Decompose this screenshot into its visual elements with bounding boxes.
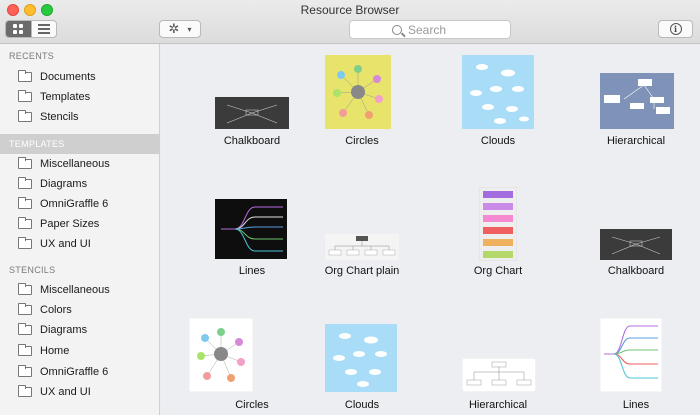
folder-icon <box>18 177 32 189</box>
template-tile-circles[interactable]: Circles <box>295 55 429 147</box>
template-tile-clouds-2[interactable]: Clouds <box>295 318 429 415</box>
sidebar-item-label: UX and UI <box>40 238 91 250</box>
list-view-icon <box>37 24 50 34</box>
template-tile-hierarchical[interactable]: Hierarchical <box>569 55 700 147</box>
info-icon: i <box>669 23 682 35</box>
sidebar: RECENTS Documents Templates Stencils TEM… <box>0 44 160 415</box>
sidebar-item-label: Diagrams <box>40 178 88 190</box>
lines-thumbnail <box>600 318 662 392</box>
template-tile-hierarchical-2[interactable]: Hierarchical <box>431 318 565 415</box>
window-title: Resource Browser <box>300 3 400 17</box>
sidebar-item-label: Colors <box>40 304 72 316</box>
folder-icon <box>18 385 32 397</box>
template-label: Org Chart plain <box>324 265 400 277</box>
org-chart-thumbnail <box>479 187 517 261</box>
sidebar-item-templates-miscellaneous[interactable]: Miscellaneous <box>0 154 160 174</box>
action-menu-button[interactable]: ✲ ▾ <box>159 20 201 38</box>
folder-icon <box>18 283 32 295</box>
template-label: Chalkboard <box>607 265 665 277</box>
sidebar-section-stencils: STENCILS <box>9 265 56 275</box>
template-tile-chalkboard-2[interactable]: Chalkboard <box>569 185 700 280</box>
clouds-thumbnail <box>462 55 534 129</box>
folder-icon <box>18 157 32 169</box>
lines-thumbnail <box>215 199 287 259</box>
sidebar-item-label: Paper Sizes <box>40 218 100 230</box>
folder-icon <box>18 90 32 102</box>
search-icon <box>392 24 402 35</box>
sidebar-item-label: OmniGraffle 6 <box>40 198 109 210</box>
sidebar-item-stencils-diagrams[interactable]: Diagrams <box>0 320 160 340</box>
sidebar-item-label: Stencils <box>40 111 79 123</box>
sidebar-item-templates-diagrams[interactable]: Diagrams <box>0 174 160 194</box>
template-label: Hierarchical <box>468 399 528 411</box>
sidebar-item-label: Diagrams <box>40 324 88 336</box>
info-button[interactable]: i <box>658 20 693 38</box>
sidebar-section-templates[interactable]: TEMPLATES <box>0 134 160 154</box>
hierarchical-thumbnail <box>600 73 674 129</box>
sidebar-item-documents[interactable]: Documents <box>0 67 160 87</box>
sidebar-item-label: Templates <box>40 91 91 103</box>
org-chart-plain-thumbnail <box>325 234 399 260</box>
sidebar-item-templates-ux-and-ui[interactable]: UX and UI <box>0 234 160 254</box>
template-label: Circles <box>345 135 379 147</box>
grid-view-button[interactable] <box>6 21 31 37</box>
sidebar-item-stencils-home[interactable]: Home <box>0 341 160 361</box>
folder-icon <box>18 70 32 82</box>
template-tile-org-chart-plain[interactable]: Org Chart plain <box>295 185 429 280</box>
view-mode-toggle <box>5 20 57 38</box>
folder-icon <box>18 303 32 315</box>
clouds-thumbnail <box>325 324 397 392</box>
sidebar-item-stencils-colors[interactable]: Colors <box>0 300 160 320</box>
template-label: Org Chart <box>473 265 523 277</box>
gear-icon: ✲ <box>168 21 180 36</box>
list-view-button[interactable] <box>30 21 56 37</box>
folder-icon <box>18 344 32 356</box>
template-label: Lines <box>622 399 650 411</box>
sidebar-item-stencils-miscellaneous[interactable]: Miscellaneous <box>0 280 160 300</box>
sidebar-item-label: UX and UI <box>40 386 91 398</box>
chevron-down-icon: ▾ <box>187 24 192 34</box>
folder-icon <box>18 323 32 335</box>
template-label: Hierarchical <box>606 135 666 147</box>
grid-view-icon <box>13 24 24 34</box>
circles-thumbnail <box>325 55 391 129</box>
sidebar-section-recents: RECENTS <box>9 51 55 61</box>
template-tile-lines-2[interactable]: Lines <box>569 318 700 415</box>
template-label: Clouds <box>344 399 380 411</box>
circles-thumbnail <box>189 318 253 392</box>
sidebar-item-label: Miscellaneous <box>40 158 110 170</box>
template-grid: Chalkboard Circles Clouds Hierarchical L… <box>161 45 700 415</box>
sidebar-item-templates-paper-sizes[interactable]: Paper Sizes <box>0 214 160 234</box>
template-label: Clouds <box>480 135 516 147</box>
sidebar-item-templates-omnigraffle-6[interactable]: OmniGraffle 6 <box>0 194 160 214</box>
folder-icon <box>18 110 32 122</box>
template-tile-org-chart[interactable]: Org Chart <box>431 185 565 280</box>
folder-icon <box>18 197 32 209</box>
chalkboard-thumbnail <box>600 229 672 260</box>
folder-icon <box>18 237 32 249</box>
folder-icon <box>18 217 32 229</box>
chalkboard-thumbnail <box>215 97 289 129</box>
sidebar-item-templates[interactable]: Templates <box>0 87 160 107</box>
sidebar-item-stencils-ux-and-ui[interactable]: UX and UI <box>0 382 160 402</box>
sidebar-item-label: OmniGraffle 6 <box>40 366 109 378</box>
search-field[interactable] <box>349 20 511 39</box>
sidebar-item-label: Documents <box>40 71 96 83</box>
folder-icon <box>18 365 32 377</box>
title-bar: Resource Browser ✲ ▾ i <box>0 0 700 44</box>
sidebar-item-stencils-omnigraffle-6[interactable]: OmniGraffle 6 <box>0 362 160 382</box>
sidebar-item-stencils[interactable]: Stencils <box>0 107 160 127</box>
sidebar-item-label: Home <box>40 345 70 357</box>
hierarchical-thumbnail <box>462 358 536 392</box>
sidebar-item-label: Miscellaneous <box>40 284 110 296</box>
template-tile-clouds[interactable]: Clouds <box>431 55 565 147</box>
search-input[interactable] <box>408 22 468 37</box>
